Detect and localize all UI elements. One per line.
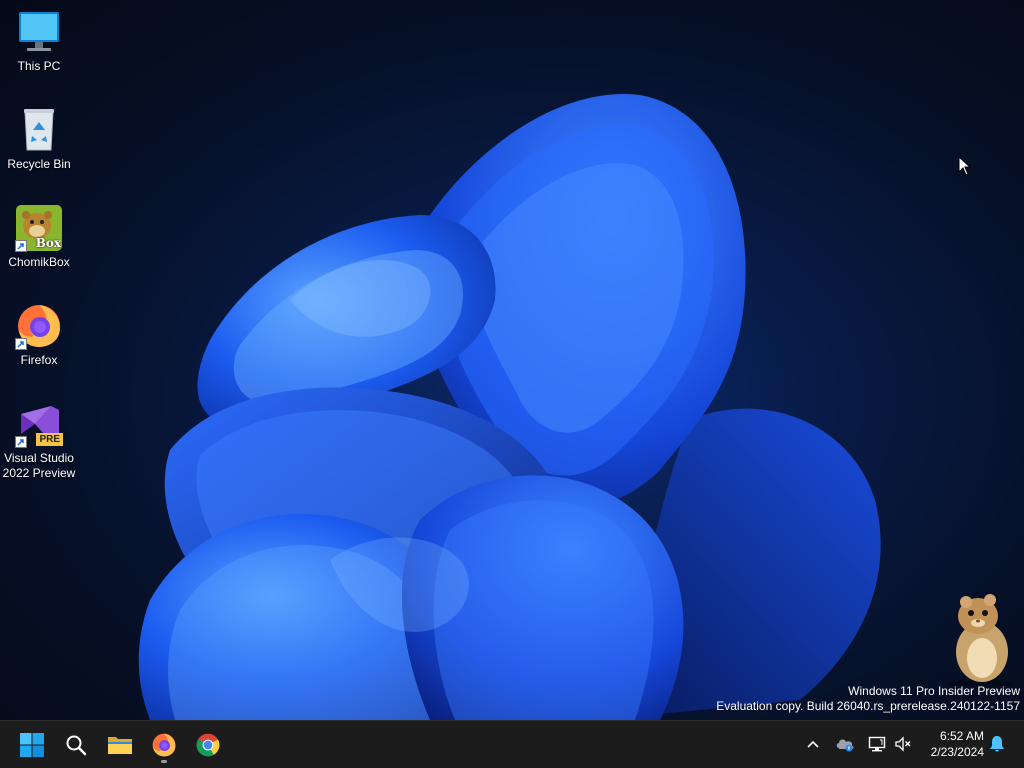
notification-bell-icon bbox=[990, 736, 1004, 752]
chrome-icon bbox=[196, 733, 220, 757]
chevron-up-icon bbox=[807, 740, 819, 748]
desktop-icon-recycle-bin[interactable]: Recycle Bin bbox=[2, 106, 76, 172]
taskbar-chrome[interactable] bbox=[188, 725, 228, 765]
clock-date: 2/23/2024 bbox=[930, 745, 984, 759]
notifications-button[interactable] bbox=[986, 733, 1008, 755]
network-tray-button[interactable] bbox=[866, 733, 888, 755]
clock-time: 6:52 AM bbox=[939, 729, 984, 743]
wallpaper-bloom bbox=[138, 93, 881, 720]
start-button[interactable] bbox=[12, 725, 52, 765]
chomikbox-icon: Box bbox=[15, 204, 63, 252]
firefox-icon bbox=[152, 733, 176, 757]
preview-badge: PRE bbox=[36, 433, 63, 446]
watermark-build: Evaluation copy. Build 26040.rs_prerelea… bbox=[716, 699, 1020, 713]
desktop-icon-label: Firefox bbox=[20, 353, 58, 367]
desktop-icon-visual-studio[interactable]: PRE Visual Studio 2022 Preview bbox=[2, 400, 76, 481]
desktop-icon-label: Visual Studio 2022 Preview bbox=[2, 451, 76, 480]
recycle-bin-icon bbox=[15, 106, 63, 154]
monitor-icon bbox=[15, 8, 63, 56]
show-hidden-icons-button[interactable] bbox=[802, 733, 824, 755]
taskbar-clock[interactable]: 6:52 AM 2/23/2024 bbox=[931, 728, 984, 760]
network-icon bbox=[868, 736, 886, 752]
search-icon bbox=[66, 735, 87, 756]
shortcut-arrow-icon bbox=[15, 436, 27, 448]
watermark-edition: Windows 11 Pro Insider Preview bbox=[848, 684, 1020, 698]
desktop-icon-label: Recycle Bin bbox=[7, 157, 71, 171]
visual-studio-icon: PRE bbox=[15, 400, 63, 448]
windows-start-icon bbox=[20, 733, 44, 757]
folder-icon bbox=[108, 737, 132, 754]
shortcut-arrow-icon bbox=[15, 338, 27, 350]
desktop-icon-chomikbox[interactable]: Box ChomikBox bbox=[2, 204, 76, 270]
taskbar: 6:52 AM 2/23/2024 bbox=[0, 720, 1024, 768]
chomikbox-badge: Box bbox=[35, 236, 61, 250]
onedrive-tray-button[interactable] bbox=[834, 733, 856, 755]
desktop-icon-label: This PC bbox=[17, 59, 61, 73]
onedrive-icon bbox=[836, 739, 854, 752]
desktop[interactable]: This PC Recycle Bin Box ChomikBox Firefo… bbox=[0, 0, 1024, 720]
volume-muted-icon bbox=[895, 736, 911, 752]
taskbar-file-explorer[interactable] bbox=[100, 725, 140, 765]
desktop-icon-firefox[interactable]: Firefox bbox=[2, 302, 76, 368]
volume-tray-button[interactable] bbox=[892, 733, 914, 755]
search-button[interactable] bbox=[56, 725, 96, 765]
desktop-icon-label: ChomikBox bbox=[8, 255, 70, 269]
running-indicator bbox=[161, 760, 167, 763]
shortcut-arrow-icon bbox=[15, 240, 27, 252]
windows-watermark: Windows 11 Pro Insider Preview Evaluatio… bbox=[716, 684, 1020, 714]
firefox-icon bbox=[15, 302, 63, 350]
mouse-cursor-icon bbox=[958, 156, 972, 176]
desktop-icon-this-pc[interactable]: This PC bbox=[2, 8, 76, 74]
hamster-mascot-icon bbox=[946, 594, 1014, 686]
taskbar-firefox[interactable] bbox=[144, 725, 184, 765]
